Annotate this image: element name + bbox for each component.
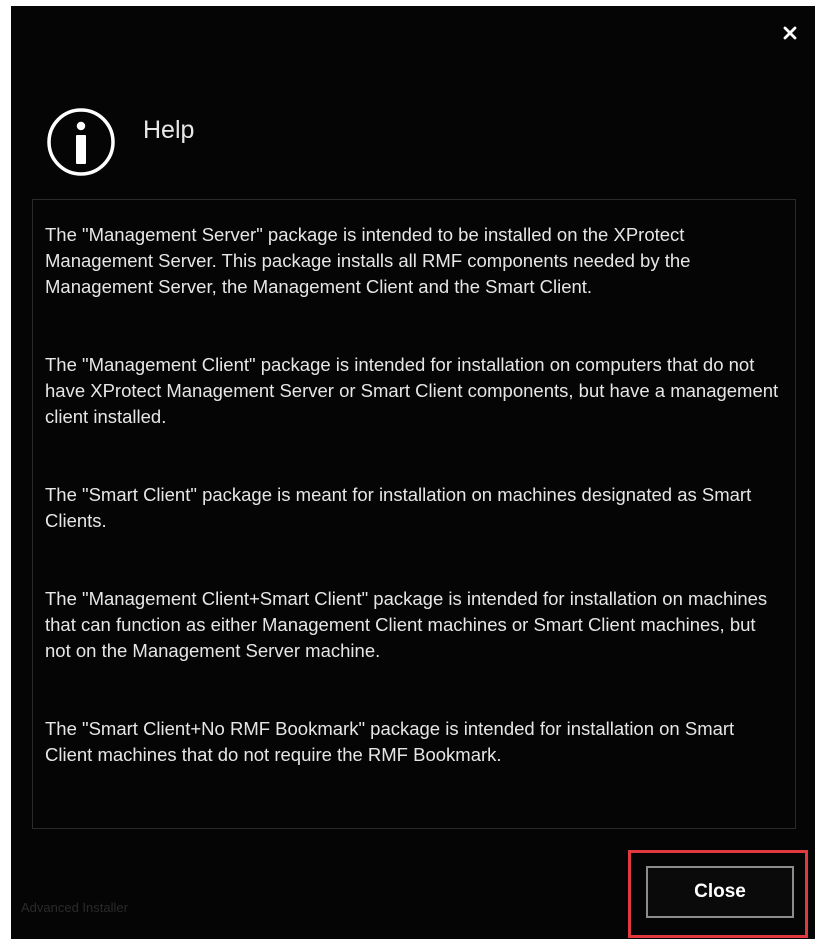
- close-button[interactable]: Close: [646, 866, 794, 918]
- help-paragraph-smart-client: The "Smart Client" package is meant for …: [45, 484, 752, 531]
- brand-watermark: Advanced Installer: [21, 900, 128, 915]
- dialog-title: Help: [143, 116, 195, 144]
- help-paragraph-smart-client-no-bookmark: The "Smart Client+No RMF Bookmark" packa…: [45, 718, 735, 765]
- close-x-icon[interactable]: [779, 22, 801, 44]
- help-paragraph-management-smart-client: The "Management Client+Smart Client" pac…: [45, 588, 768, 661]
- help-dialog: Help The "Management Server" package is …: [11, 6, 815, 939]
- info-circle-icon: [45, 106, 117, 178]
- help-paragraph-management-client: The "Management Client" package is inten…: [45, 354, 779, 427]
- close-x-glyph: [783, 26, 797, 40]
- help-content-panel: The "Management Server" package is inten…: [32, 199, 796, 829]
- help-paragraph-management-server: The "Management Server" package is inten…: [45, 224, 691, 297]
